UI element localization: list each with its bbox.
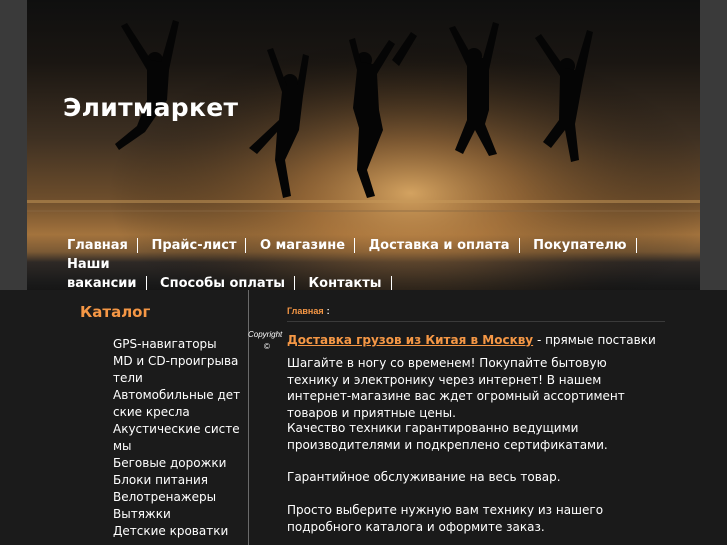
nav-item-customer[interactable]: Покупателю (524, 238, 637, 253)
nav-item-contacts[interactable]: Контакты (299, 276, 392, 291)
nav-item-price-list[interactable]: Прайс-лист (142, 238, 247, 253)
lead-text: - прямые поставки (533, 333, 656, 347)
catalog-item-power-supplies[interactable]: Блоки питания (113, 472, 245, 489)
nav-item-vacancies-part1[interactable]: Наши (58, 257, 110, 272)
breadcrumb: Главная: (287, 306, 330, 316)
catalog-item-acoustics[interactable]: Акустические системы (113, 421, 245, 455)
catalog-list: GPS-навигаторы MD и CD-проигрыватели Авт… (113, 336, 245, 540)
catalog-item-hoods[interactable]: Вытяжки (113, 506, 245, 523)
nav-item-delivery[interactable]: Доставка и оплата (359, 238, 520, 253)
content-divider (287, 321, 665, 322)
catalog-item-treadmills[interactable]: Беговые дорожки (113, 455, 245, 472)
catalog-item-car-seats[interactable]: Автомобильные детские кресла (113, 387, 245, 421)
catalog-title: Каталог (80, 303, 151, 321)
order-paragraph: Просто выберите нужную вам технику из на… (287, 503, 604, 534)
catalog-item-md-cd[interactable]: MD и CD-проигрыватели (113, 353, 245, 387)
nav-item-home[interactable]: Главная (58, 238, 138, 253)
quality-paragraph: Качество техники гарантированно ведущими… (287, 421, 608, 452)
copyright-symbol: © (264, 342, 270, 351)
nav-item-vacancies-part2[interactable]: вакансии (58, 276, 147, 291)
intro-paragraph: Шагайте в ногу со временем! Покупайте бы… (287, 356, 625, 420)
breadcrumb-home-link[interactable]: Главная (287, 306, 324, 316)
copyright-text: Copyright (248, 330, 283, 339)
catalog-item-exercise-bikes[interactable]: Велотренажеры (113, 489, 245, 506)
lead-paragraph: Доставка грузов из Китая в Москву - прям… (287, 332, 657, 349)
catalog-item-gps[interactable]: GPS-навигаторы (113, 336, 245, 353)
site-title[interactable]: Элитмаркет (63, 93, 238, 122)
catalog-item-cribs[interactable]: Детские кроватки (113, 523, 245, 540)
nav-item-about[interactable]: О магазине (251, 238, 356, 253)
main-navigation: Главная Прайс-лист О магазине Доставка и… (58, 236, 668, 293)
china-delivery-link[interactable]: Доставка грузов из Китая в Москву (287, 333, 533, 347)
nav-item-payment[interactable]: Способы оплаты (151, 276, 295, 291)
breadcrumb-separator: : (326, 306, 330, 316)
warranty-paragraph: Гарантийное обслуживание на весь товар. (287, 470, 561, 484)
